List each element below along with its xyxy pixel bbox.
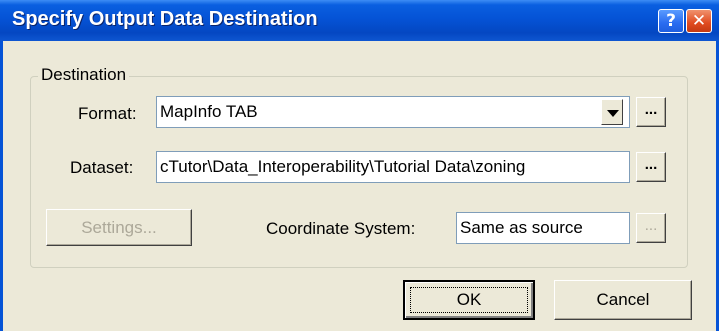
coordinate-system-value: Same as source [460, 218, 583, 237]
dataset-value: cTutor\Data_Interoperability\Tutorial Da… [160, 157, 526, 176]
format-browse-button[interactable]: ... [636, 97, 666, 127]
coordinate-system-label: Coordinate System: [266, 219, 416, 238]
coordinate-system-field[interactable]: Same as source [456, 212, 630, 244]
format-value: MapInfo TAB [160, 102, 258, 121]
format-dropdown-button[interactable] [601, 99, 623, 125]
help-button[interactable]: ? [658, 9, 684, 33]
close-icon: ✕ [691, 11, 707, 31]
dialog-window: Specify Output Data Destination ? ✕ Dest… [0, 0, 719, 331]
dataset-input[interactable]: cTutor\Data_Interoperability\Tutorial Da… [156, 151, 630, 183]
dialog-title: Specify Output Data Destination [12, 8, 318, 30]
destination-group-label: Destination [38, 65, 130, 85]
focus-rectangle [410, 287, 528, 313]
settings-button[interactable]: Settings... [46, 209, 192, 246]
ok-button[interactable]: OK [403, 280, 535, 320]
title-bar[interactable]: Specify Output Data Destination ? ✕ [0, 0, 719, 41]
format-label: Format: [78, 104, 137, 123]
format-select[interactable]: MapInfo TAB [156, 96, 630, 128]
close-button[interactable]: ✕ [686, 9, 712, 33]
coordinate-system-browse-button[interactable]: ... [636, 213, 666, 243]
help-icon: ? [666, 11, 676, 31]
cancel-button[interactable]: Cancel [554, 280, 692, 320]
chevron-down-icon [607, 110, 619, 117]
dataset-label: Dataset: [70, 158, 134, 177]
dataset-browse-button[interactable]: ... [636, 152, 666, 182]
